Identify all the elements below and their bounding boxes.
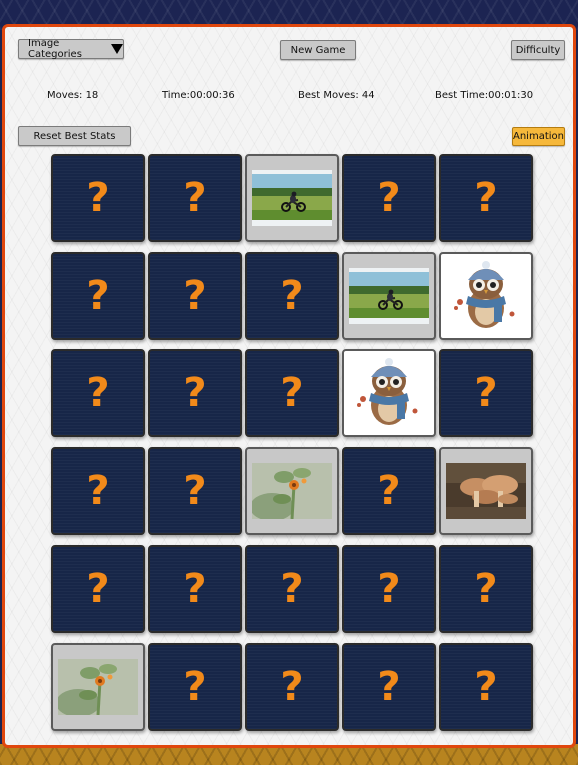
- card-hidden[interactable]: ?: [148, 643, 242, 731]
- card-hidden[interactable]: ?: [245, 545, 339, 633]
- question-mark-icon: ?: [474, 175, 498, 221]
- card-hidden[interactable]: ?: [342, 447, 436, 535]
- question-mark-icon: ?: [86, 370, 110, 416]
- question-mark-icon: ?: [377, 468, 401, 514]
- card-hidden[interactable]: ?: [439, 643, 533, 731]
- question-mark-icon: ?: [280, 370, 304, 416]
- flower-image: [58, 659, 138, 715]
- reset-best-stats-button[interactable]: Reset Best Stats: [18, 126, 131, 146]
- card-hidden[interactable]: ?: [245, 252, 339, 340]
- image-categories-label: Image Categories: [28, 38, 82, 60]
- question-mark-icon: ?: [86, 273, 110, 319]
- card-hidden[interactable]: ?: [245, 349, 339, 437]
- difficulty-button[interactable]: Difficulty: [511, 40, 565, 60]
- question-mark-icon: ?: [280, 566, 304, 612]
- question-mark-icon: ?: [183, 370, 207, 416]
- question-mark-icon: ?: [86, 566, 110, 612]
- card-revealed-motorcycle[interactable]: [342, 252, 436, 340]
- card-hidden[interactable]: ?: [51, 154, 145, 242]
- moves-counter: Moves: 18: [47, 90, 99, 101]
- card-hidden[interactable]: ?: [439, 154, 533, 242]
- card-revealed-owl[interactable]: [342, 349, 436, 437]
- card-hidden[interactable]: ?: [245, 643, 339, 731]
- card-revealed-flower[interactable]: [245, 447, 339, 535]
- best-moves: Best Moves: 44: [298, 90, 375, 101]
- card-hidden[interactable]: ?: [51, 447, 145, 535]
- timer: Time:00:00:36: [162, 90, 235, 101]
- card-hidden[interactable]: ?: [148, 349, 242, 437]
- card-hidden[interactable]: ?: [342, 643, 436, 731]
- best-time: Best Time:00:01:30: [435, 90, 534, 101]
- card-hidden[interactable]: ?: [51, 252, 145, 340]
- new-game-button[interactable]: New Game: [280, 40, 356, 60]
- question-mark-icon: ?: [183, 664, 207, 710]
- question-mark-icon: ?: [280, 273, 304, 319]
- card-hidden[interactable]: ?: [51, 349, 145, 437]
- question-mark-icon: ?: [183, 273, 207, 319]
- card-hidden[interactable]: ?: [439, 545, 533, 633]
- flower-image: [252, 463, 332, 519]
- card-hidden[interactable]: ?: [51, 545, 145, 633]
- card-hidden[interactable]: ?: [148, 154, 242, 242]
- dropdown-arrow-icon: [111, 44, 123, 54]
- question-mark-icon: ?: [377, 566, 401, 612]
- question-mark-icon: ?: [474, 664, 498, 710]
- question-mark-icon: ?: [183, 468, 207, 514]
- animation-button[interactable]: Animation: [512, 127, 565, 146]
- question-mark-icon: ?: [86, 468, 110, 514]
- card-hidden[interactable]: ?: [148, 447, 242, 535]
- question-mark-icon: ?: [377, 175, 401, 221]
- question-mark-icon: ?: [183, 175, 207, 221]
- question-mark-icon: ?: [474, 370, 498, 416]
- motorcycle-image: [252, 170, 332, 226]
- card-revealed-motorcycle[interactable]: [245, 154, 339, 242]
- card-hidden[interactable]: ?: [342, 154, 436, 242]
- card-revealed-flower[interactable]: [51, 643, 145, 731]
- question-mark-icon: ?: [474, 566, 498, 612]
- question-mark-icon: ?: [280, 664, 304, 710]
- owl-image: [349, 355, 429, 431]
- card-revealed-mushroom[interactable]: [439, 447, 533, 535]
- question-mark-icon: ?: [377, 664, 401, 710]
- question-mark-icon: ?: [183, 566, 207, 612]
- game-panel: Image Categories New Game Difficulty Mov…: [2, 24, 576, 748]
- card-revealed-owl[interactable]: [439, 252, 533, 340]
- card-hidden[interactable]: ?: [342, 545, 436, 633]
- owl-image: [446, 258, 526, 334]
- mushroom-image: [446, 463, 526, 519]
- question-mark-icon: ?: [86, 175, 110, 221]
- motorcycle-image: [349, 268, 429, 324]
- image-categories-dropdown[interactable]: Image Categories: [18, 38, 124, 60]
- card-hidden[interactable]: ?: [148, 252, 242, 340]
- card-hidden[interactable]: ?: [148, 545, 242, 633]
- card-hidden[interactable]: ?: [439, 349, 533, 437]
